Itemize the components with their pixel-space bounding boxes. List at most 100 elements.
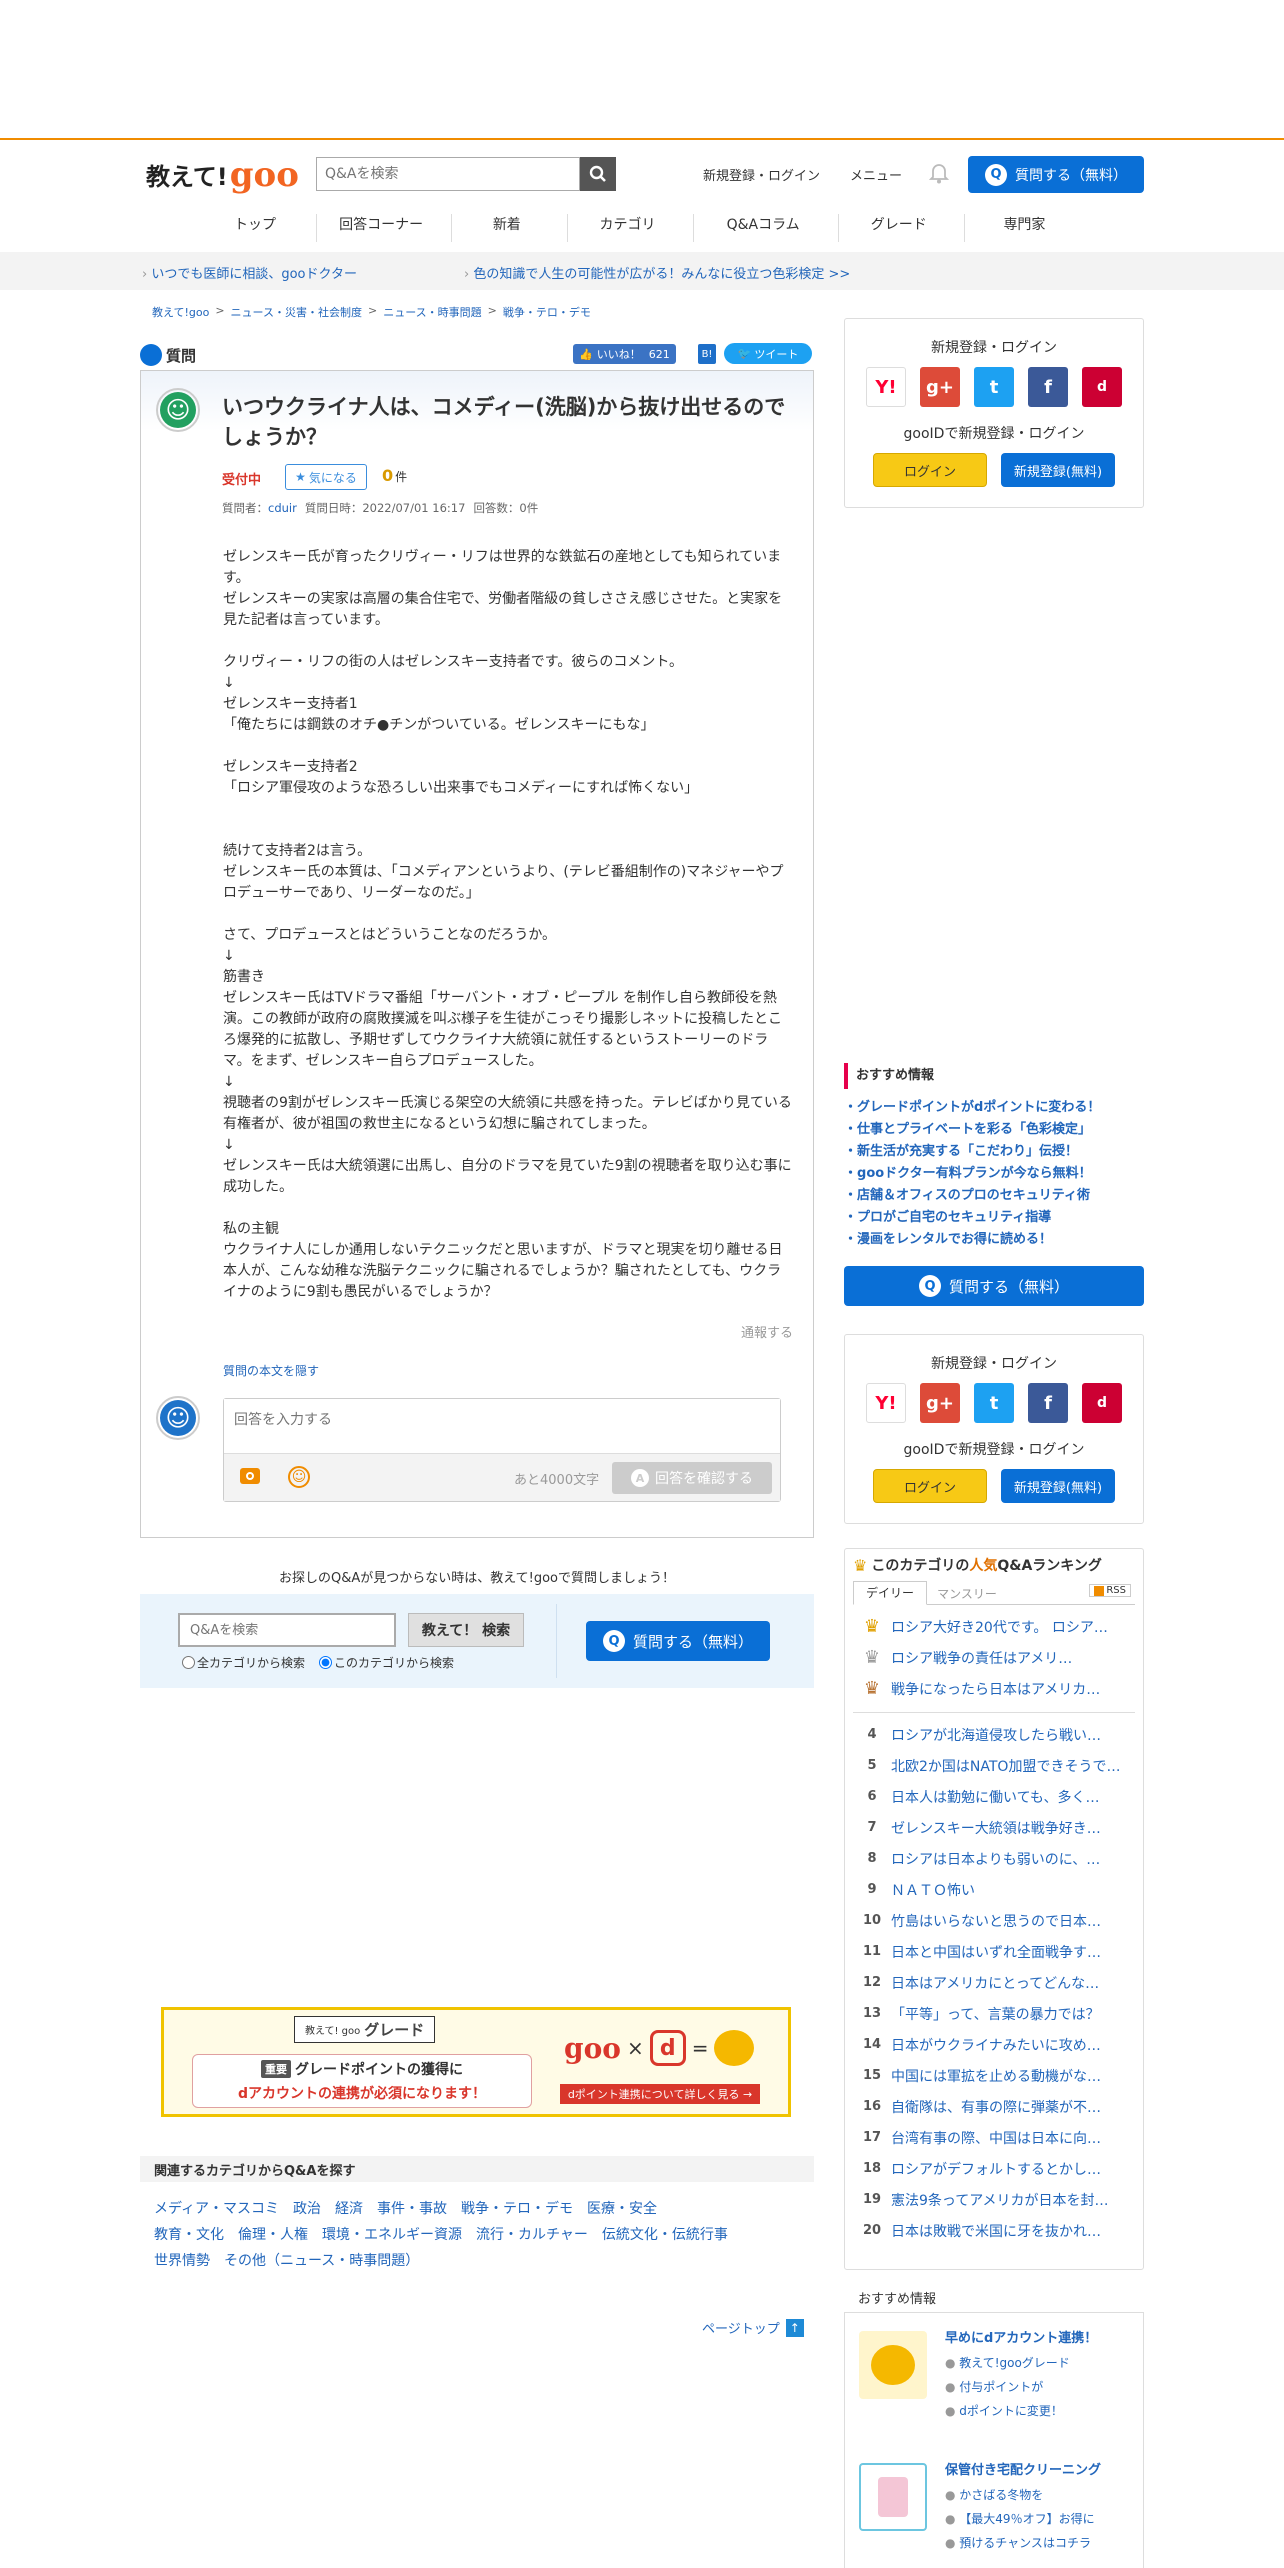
nav-column[interactable]: Q&Aコラム <box>692 214 833 242</box>
recommend-item[interactable]: ・仕事とプライベートを彩る「色彩検定」 <box>844 1119 1144 1141</box>
radio-this-category[interactable] <box>319 1656 333 1669</box>
breadcrumb-item[interactable]: 教えて!goo <box>152 304 209 320</box>
ranking-item[interactable]: 4 ロシアが北海道侵攻したら戦い… <box>853 1719 1135 1750</box>
facebook-icon[interactable]: f <box>1028 367 1068 407</box>
docomo-icon[interactable]: d <box>1082 1383 1122 1423</box>
twitter-icon[interactable]: t <box>974 1383 1014 1423</box>
sidebar-register-button[interactable]: 新規登録(無料) <box>1001 1469 1115 1503</box>
radio-all-categories[interactable] <box>182 1656 195 1669</box>
twitter-icon[interactable]: t <box>974 367 1014 407</box>
ranking-item[interactable]: 13 「平等」って、言葉の暴力では？ <box>853 1998 1135 2029</box>
ranking-item[interactable]: ♛ 戦争になったら日本はアメリカ… <box>853 1673 1135 1704</box>
header-register-login[interactable]: 新規登録・ログイン <box>703 165 820 184</box>
ranking-item[interactable]: 17 台湾有事の際、中国は日本に向… <box>853 2122 1135 2153</box>
recommend-item[interactable]: ・グレードポイントがdポイントに変わる！ <box>844 1097 1144 1119</box>
related-item[interactable]: 戦争・テロ・デモ <box>461 2201 573 2217</box>
related-item[interactable]: メディア・マスコミ <box>154 2201 279 2217</box>
recommend-item[interactable]: ・店舗＆オフィスのプロのセキュリティ術 <box>844 1185 1144 1207</box>
bottom-search-input[interactable] <box>178 1613 396 1647</box>
related-item[interactable]: 世界情勢 <box>154 2253 210 2269</box>
related-item[interactable]: 倫理・人権 <box>238 2227 308 2243</box>
nav-expert[interactable]: 専門家 <box>963 214 1084 242</box>
ranking-item[interactable]: 10 竹島はいらないと思うので日本… <box>853 1905 1135 1936</box>
tweet-button[interactable]: 🐦 ツイート <box>724 343 812 364</box>
header-search-button[interactable] <box>580 157 616 191</box>
sidebar-login-button[interactable]: ログイン <box>873 453 987 487</box>
sidebar-ask-button[interactable]: Q 質問する（無料） <box>844 1266 1144 1306</box>
grade-formula: goo × d = <box>564 2030 755 2066</box>
sidebar-login-button[interactable]: ログイン <box>873 1469 987 1503</box>
yahoo-icon[interactable]: Y! <box>866 367 906 407</box>
promo-cleaning[interactable]: 保管付き宅配クリーニング ● かさばる冬物を ● 【最大49％オフ】お得に ● … <box>859 2459 1129 2568</box>
ranking-item[interactable]: 16 自衛隊は、有事の際に弾薬が不… <box>853 2091 1135 2122</box>
like-button[interactable]: 👍 いいね！ 621 <box>573 344 676 364</box>
related-item[interactable]: 環境・エネルギー資源 <box>322 2227 462 2243</box>
promo-doctor-link[interactable]: › いつでも医師に相談、gooドクター <box>142 263 357 282</box>
ranking-item[interactable]: 6 日本人は勤勉に働いても、多く… <box>853 1781 1135 1812</box>
ranking-item[interactable]: 5 北欧2か国はNATO加盟できそうで… <box>853 1750 1135 1781</box>
recommend-item[interactable]: ・漫画をレンタルでお得に読める！ <box>844 1229 1144 1251</box>
related-item[interactable]: 流行・カルチャー <box>476 2227 588 2243</box>
rss-link[interactable]: RSS <box>1089 1584 1131 1597</box>
ranking-item[interactable]: 20 日本は敗戦で米国に牙を抜かれ… <box>853 2215 1135 2246</box>
follow-button[interactable]: ★ 気になる <box>285 464 367 490</box>
ranking-item[interactable]: 18 ロシアがデフォルトするとかし… <box>853 2153 1135 2184</box>
breadcrumb-item[interactable]: 戦争・テロ・デモ <box>503 304 591 320</box>
tab-daily[interactable]: デイリー <box>853 1581 927 1605</box>
related-item[interactable]: 医療・安全 <box>587 2201 657 2217</box>
report-link[interactable]: 通報する <box>741 1322 793 1341</box>
bookmark-icon[interactable]: B! <box>698 344 716 364</box>
ranking-item[interactable]: ♛ ロシア大好き20代です。 ロシア… <box>853 1611 1135 1642</box>
questioner-link[interactable]: cduir <box>268 501 297 515</box>
emoji-icon[interactable]: ☺ <box>288 1466 310 1488</box>
related-item[interactable]: 伝統文化・伝統行事 <box>602 2227 728 2243</box>
recommend-item[interactable]: ・新生活が充実する「こだわり」伝授！ <box>844 1141 1144 1163</box>
related-item[interactable]: 事件・事故 <box>377 2201 447 2217</box>
answer-textarea[interactable] <box>224 1399 780 1451</box>
ranking-item[interactable]: 14 日本がウクライナみたいに攻め… <box>853 2029 1135 2060</box>
breadcrumb-item[interactable]: ニュース・時事問題 <box>383 304 481 320</box>
header-menu[interactable]: メニュー <box>850 165 902 184</box>
tab-monthly[interactable]: マンスリー <box>927 1584 1007 1604</box>
camera-icon[interactable] <box>240 1468 260 1484</box>
nav-new[interactable]: 新着 <box>451 214 561 242</box>
google-icon[interactable]: g+ <box>920 367 960 407</box>
google-icon[interactable]: g+ <box>920 1383 960 1423</box>
related-item[interactable]: 経済 <box>335 2201 363 2217</box>
promo-color-link[interactable]: › 色の知識で人生の可能性が広がる！みんなに役立つ色彩検定 >> <box>464 263 850 282</box>
related-item[interactable]: 政治 <box>293 2201 321 2217</box>
grade-banner[interactable]: 教えて! goo グレード 重要 グレードポイントの獲得に dアカウントの連携が… <box>161 2007 791 2117</box>
ranking-item[interactable]: 7 ゼレンスキー大統領は戦争好き… <box>853 1812 1135 1843</box>
bell-icon[interactable] <box>928 162 950 188</box>
sidebar-register-button[interactable]: 新規登録(無料) <box>1001 453 1115 487</box>
header-ask-button[interactable]: Q 質問する（無料） <box>968 156 1144 193</box>
site-logo[interactable]: 教えて! goo <box>146 152 299 192</box>
header-search-input[interactable] <box>316 157 580 191</box>
ranking-item[interactable]: 9 ＮＡＴＯ怖い <box>853 1874 1135 1905</box>
page-top-link[interactable]: ページトップ ↑ <box>702 2318 804 2337</box>
yahoo-icon[interactable]: Y! <box>866 1383 906 1423</box>
related-item[interactable]: その他（ニュース・時事問題） <box>224 2253 419 2269</box>
recommend-item[interactable]: ・gooドクター有料プランが今なら無料！ <box>844 1163 1144 1185</box>
nav-top[interactable]: トップ <box>200 214 310 242</box>
nav-grade[interactable]: グレード <box>838 214 958 242</box>
bottom-ask-button[interactable]: Q 質問する（無料） <box>586 1621 770 1661</box>
recommend-item[interactable]: ・プロがご自宅のセキュリティ指導 <box>844 1207 1144 1229</box>
ranking-item[interactable]: 11 日本と中国はいずれ全面戦争す… <box>853 1936 1135 1967</box>
grade-detail-link[interactable]: dポイント連携について詳しく見る → <box>560 2084 760 2104</box>
facebook-icon[interactable]: f <box>1028 1383 1068 1423</box>
breadcrumb-item[interactable]: ニュース・災害・社会制度 <box>231 304 362 320</box>
nav-answer[interactable]: 回答コーナー <box>315 214 446 242</box>
ranking-item[interactable]: 15 中国には軍拡を止める動機がな… <box>853 2060 1135 2091</box>
docomo-icon[interactable]: d <box>1082 367 1122 407</box>
nav-category[interactable]: カテゴリ <box>566 214 687 242</box>
hide-body-link[interactable]: 質問の本文を隠す <box>223 1362 319 1379</box>
bottom-search-button[interactable]: 教えて！ 検索 <box>408 1613 524 1647</box>
ranking-item[interactable]: 19 憲法9条ってアメリカが日本を封… <box>853 2184 1135 2215</box>
related-item[interactable]: 教育・文化 <box>154 2227 224 2243</box>
ranking-item[interactable]: ♛ ロシア戦争の責任はアメリ… <box>853 1642 1135 1673</box>
ranking-item[interactable]: 8 ロシアは日本よりも弱いのに、… <box>853 1843 1135 1874</box>
promo-dpoint[interactable]: 早めにdアカウント連携！ ● 教えて!gooグレード ● 付与ポイントが ● d… <box>859 2327 1129 2437</box>
confirm-answer-button[interactable]: A 回答を確認する <box>612 1462 772 1494</box>
ranking-item[interactable]: 12 日本はアメリカにとってどんな… <box>853 1967 1135 1998</box>
